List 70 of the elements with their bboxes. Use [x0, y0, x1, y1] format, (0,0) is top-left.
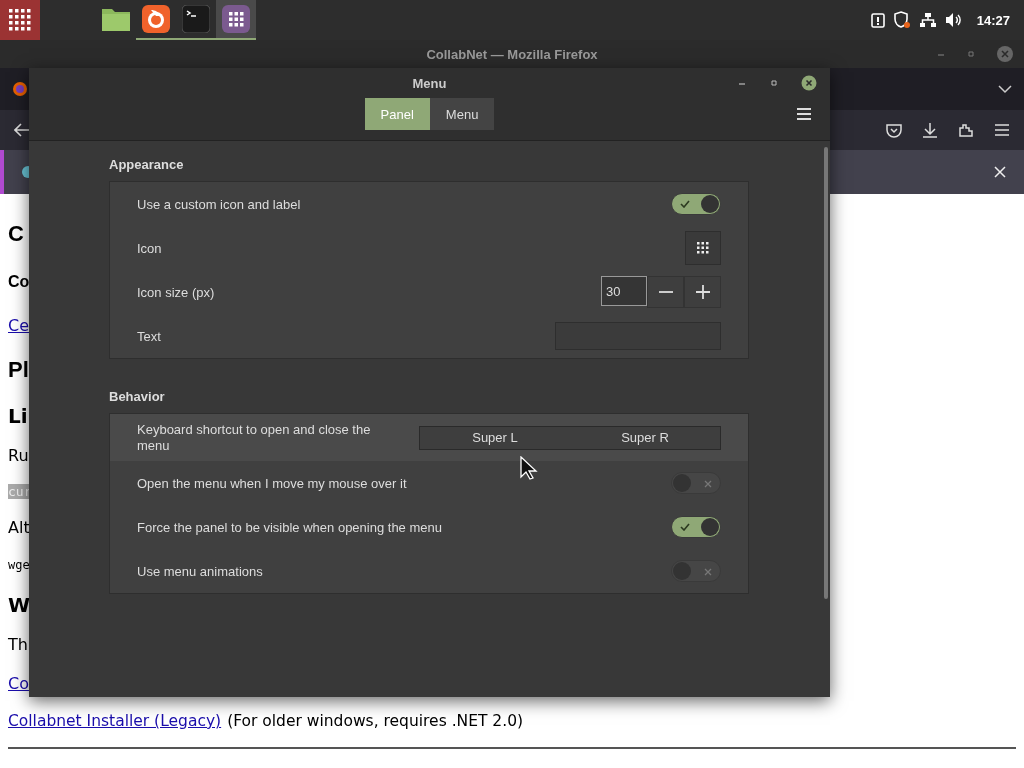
setting-label: Keyboard shortcut to open and close the menu [137, 421, 372, 454]
puzzle-icon[interactable] [958, 122, 974, 138]
chevron-down-icon[interactable] [998, 84, 1012, 94]
setting-label: Use a custom icon and label [137, 196, 302, 212]
code-snippet: wge [8, 558, 30, 572]
cross-icon [704, 568, 712, 576]
download-icon[interactable] [922, 122, 938, 138]
setting-label: Text [137, 328, 162, 344]
menu-icon[interactable] [796, 107, 812, 121]
flame-icon [142, 5, 170, 33]
page-text: Th [8, 635, 28, 654]
setting-label: Icon [137, 240, 163, 256]
setting-label: Open the menu when I move my mouse over it [137, 475, 408, 491]
page-heading: C [8, 221, 24, 247]
grid-icon [697, 242, 709, 254]
menu-icon[interactable] [994, 123, 1010, 137]
minus-icon [658, 291, 673, 293]
page-heading: Co [8, 273, 30, 291]
window-title: CollabNet — Mozilla Firefox [426, 46, 598, 62]
page-heading: W [8, 593, 31, 617]
terminal-icon [182, 5, 210, 33]
page-text: Alt [8, 518, 30, 537]
network-icon[interactable] [918, 12, 937, 28]
section-title: Behavior [109, 389, 166, 404]
page-text: Ru [8, 446, 29, 465]
shortcut-key: Super L [420, 426, 570, 449]
volume-icon[interactable] [944, 12, 963, 28]
shortcut-key: Super R [570, 426, 720, 449]
browser-logo-icon[interactable] [12, 81, 28, 97]
setting-label: Use menu animations [137, 563, 264, 579]
dialog-title: Menu [412, 75, 447, 91]
toggle-switch[interactable] [671, 472, 721, 494]
page-link[interactable]: Co [8, 673, 29, 693]
check-icon [680, 200, 690, 208]
check-icon [680, 523, 690, 531]
menu-button[interactable] [0, 0, 40, 40]
decrement-button[interactable] [647, 276, 684, 308]
toggle-switch[interactable] [671, 193, 721, 215]
cross-icon [704, 480, 712, 488]
shortcut-field[interactable]: Super L Super R [419, 425, 721, 450]
launcher-button[interactable] [216, 0, 256, 40]
grid-icon [9, 9, 31, 31]
setting-label: Force the panel to be visible when opening the menu [137, 519, 443, 535]
toggle-switch[interactable] [671, 516, 721, 538]
grid-icon [222, 5, 250, 33]
close-icon[interactable] [801, 75, 817, 91]
tab[interactable]: Menu [429, 98, 495, 130]
shield-icon[interactable] [892, 11, 911, 29]
page-link[interactable]: Collabnet Installer (Legacy) [8, 712, 222, 730]
pocket-icon[interactable] [886, 122, 902, 138]
page-link[interactable]: Ce [8, 315, 29, 335]
folder-icon [101, 6, 131, 32]
number-field[interactable]: 30 [601, 276, 647, 306]
toggle-switch[interactable] [671, 560, 721, 582]
back-icon[interactable] [14, 123, 30, 137]
clipboard-alert-icon[interactable] [870, 12, 885, 28]
pointer-icon [520, 456, 538, 480]
increment-button[interactable] [684, 276, 721, 308]
scrollbar[interactable] [824, 147, 828, 599]
page-text: (For older windows, requires .NET 2.0) [227, 712, 524, 730]
page-heading: Li [8, 404, 28, 428]
code-snippet: cur [8, 484, 32, 499]
page-heading: Pl [8, 357, 29, 383]
setting-label: Icon size (px) [137, 284, 216, 300]
maximize-icon[interactable] [769, 78, 779, 88]
close-icon[interactable] [994, 166, 1006, 178]
section-title: Appearance [109, 157, 185, 172]
clock[interactable]: 14:27 [976, 12, 1010, 28]
icon-picker-button[interactable] [685, 231, 721, 265]
plus-icon [694, 284, 711, 300]
